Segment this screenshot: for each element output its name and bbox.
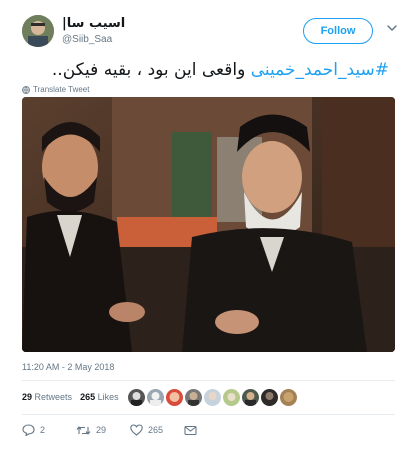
avatar[interactable]	[22, 15, 54, 47]
liker-avatar[interactable]	[166, 389, 183, 406]
liker-avatar[interactable]	[204, 389, 221, 406]
display-name[interactable]: اسیب سا|	[62, 16, 125, 31]
liker-avatar[interactable]	[280, 389, 297, 406]
liker-avatar[interactable]	[242, 389, 259, 406]
liker-avatar[interactable]	[147, 389, 164, 406]
tweet-actions: 2 29 265	[22, 424, 197, 436]
tweet-body: واقعی این بود ، بقیه فیکن..	[51, 60, 251, 80]
translate-label: Translate Tweet	[33, 85, 90, 94]
user-handle[interactable]: @Siib_Saa	[62, 34, 125, 45]
direct-message-button[interactable]	[184, 425, 197, 436]
photo-image	[22, 97, 395, 352]
globe-icon	[22, 85, 30, 94]
retweets-stat[interactable]: 29 Retweets	[22, 392, 72, 402]
hashtag-link[interactable]: #سید_احمد_خمینی	[251, 60, 389, 80]
likes-count: 265	[80, 392, 96, 402]
retweets-count: 29	[22, 392, 33, 402]
tweet-photo[interactable]	[22, 97, 395, 352]
reply-button[interactable]: 2	[22, 424, 76, 436]
tweet-stats: 29 Retweets 265 Likes	[22, 392, 119, 402]
liker-avatar[interactable]	[185, 389, 202, 406]
tweet-timestamp[interactable]: 11:20 AM - 2 May 2018	[22, 362, 114, 372]
retweets-label: Retweets	[34, 392, 73, 402]
reply-icon	[22, 424, 35, 436]
reply-count: 2	[40, 425, 46, 435]
tweet-card: اسیب سا| @Siib_Saa Follow #سید_احمد_خمین…	[0, 0, 411, 453]
like-button[interactable]: 265	[130, 424, 184, 436]
translate-tweet-link[interactable]: Translate Tweet	[22, 85, 89, 94]
divider	[22, 380, 395, 381]
liker-avatar[interactable]	[223, 389, 240, 406]
retweet-count: 29	[96, 425, 107, 435]
retweet-button[interactable]: 29	[76, 425, 130, 436]
like-count: 265	[148, 425, 164, 435]
tweet-text: #سید_احمد_خمینی واقعی این بود ، بقیه فیک…	[22, 58, 389, 82]
likes-label: Likes	[97, 392, 119, 402]
liker-avatar[interactable]	[128, 389, 145, 406]
heart-icon	[130, 424, 143, 436]
liker-avatar[interactable]	[261, 389, 278, 406]
follow-button[interactable]: Follow	[303, 18, 373, 44]
message-icon	[184, 425, 197, 435]
retweet-icon	[76, 425, 91, 435]
likers-avatars	[128, 389, 297, 406]
chevron-down-icon[interactable]	[386, 22, 398, 34]
divider	[22, 414, 395, 415]
likes-stat[interactable]: 265 Likes	[80, 392, 119, 402]
